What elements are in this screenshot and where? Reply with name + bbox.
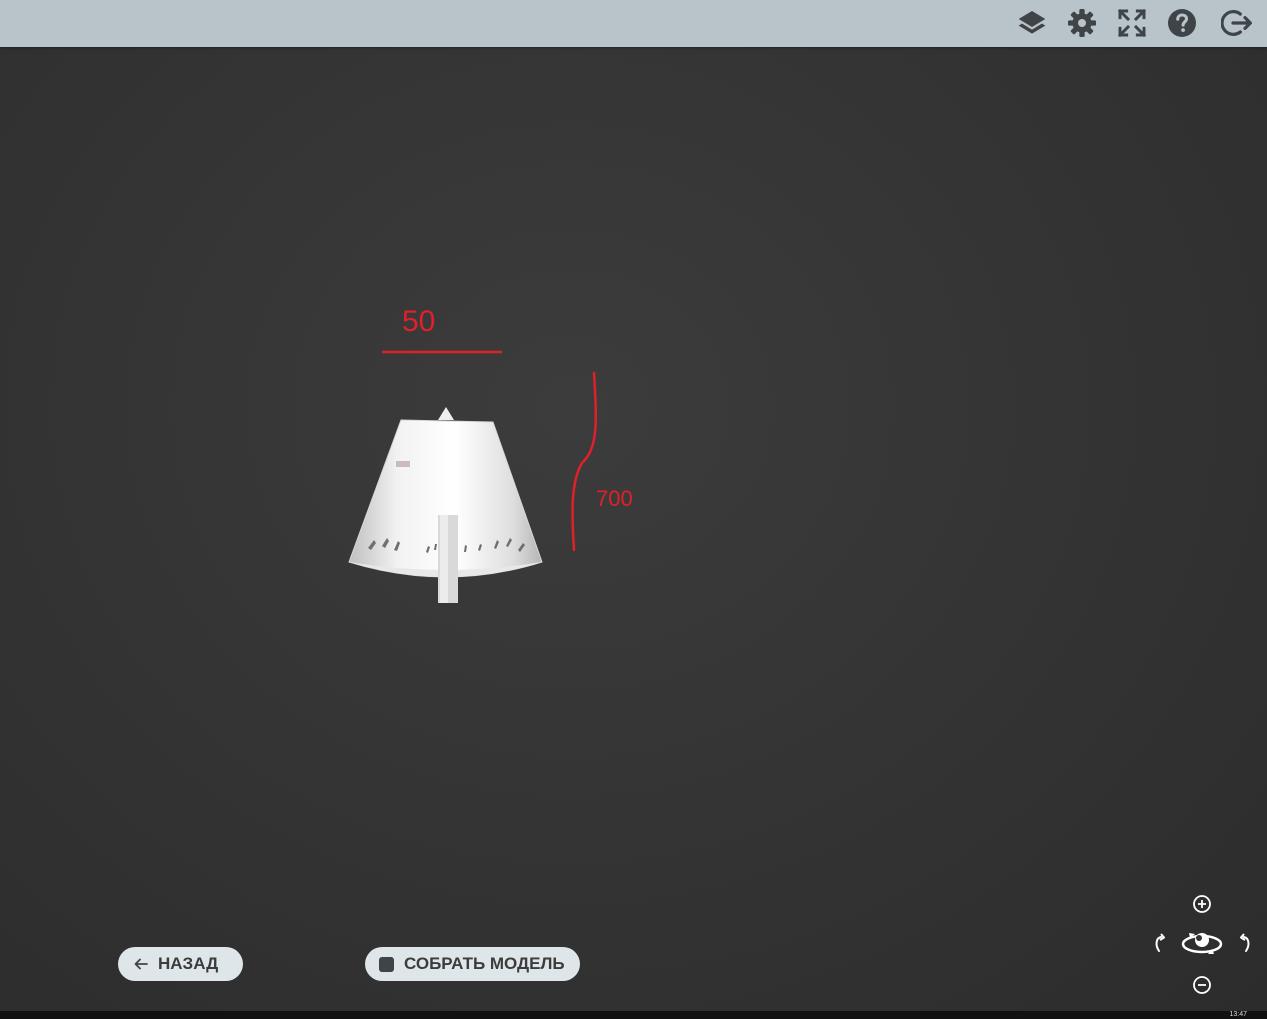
layers-button[interactable] bbox=[1013, 4, 1051, 42]
help-icon bbox=[1168, 9, 1196, 37]
rotate-right-button[interactable] bbox=[1233, 932, 1255, 956]
rotate-left-button[interactable] bbox=[1150, 932, 1172, 956]
settings-button[interactable] bbox=[1063, 4, 1101, 42]
zoom-in-button[interactable] bbox=[1191, 893, 1213, 915]
settings-gear-icon bbox=[1068, 9, 1096, 37]
fullscreen-button[interactable] bbox=[1113, 4, 1151, 42]
back-button-label: НАЗАД bbox=[158, 954, 219, 973]
arrow-left-icon bbox=[134, 958, 148, 970]
help-button[interactable] bbox=[1163, 4, 1201, 42]
fullscreen-icon bbox=[1117, 8, 1147, 38]
height-label: 700 bbox=[596, 486, 633, 511]
layers-icon bbox=[1018, 11, 1046, 34]
taskbar-strip: 13:47 bbox=[0, 1011, 1267, 1019]
zoom-out-icon bbox=[1193, 976, 1211, 994]
taskbar-clock: 13:47 bbox=[1229, 1011, 1247, 1018]
height-dimension-annotation: 700 bbox=[571, 371, 633, 552]
square-icon bbox=[379, 956, 394, 972]
width-dimension-annotation: 50 bbox=[381, 305, 503, 354]
zoom-in-icon bbox=[1193, 895, 1211, 913]
orbit-button[interactable] bbox=[1177, 926, 1227, 962]
rotate-right-icon bbox=[1240, 933, 1250, 952]
back-button[interactable]: НАЗАД bbox=[118, 947, 243, 981]
logout-button[interactable] bbox=[1218, 4, 1256, 42]
navigation-controls bbox=[1150, 890, 1255, 1000]
width-label: 50 bbox=[402, 305, 435, 338]
assemble-model-button[interactable]: СОБРАТЬ МОДЕЛЬ bbox=[365, 947, 580, 981]
assemble-button-label: СОБРАТЬ МОДЕЛЬ bbox=[404, 954, 565, 973]
logout-icon bbox=[1221, 10, 1252, 36]
rotate-left-icon bbox=[1155, 933, 1165, 952]
top-toolbar bbox=[0, 0, 1267, 47]
orbit-icon bbox=[1181, 933, 1223, 954]
zoom-out-button[interactable] bbox=[1191, 974, 1213, 996]
